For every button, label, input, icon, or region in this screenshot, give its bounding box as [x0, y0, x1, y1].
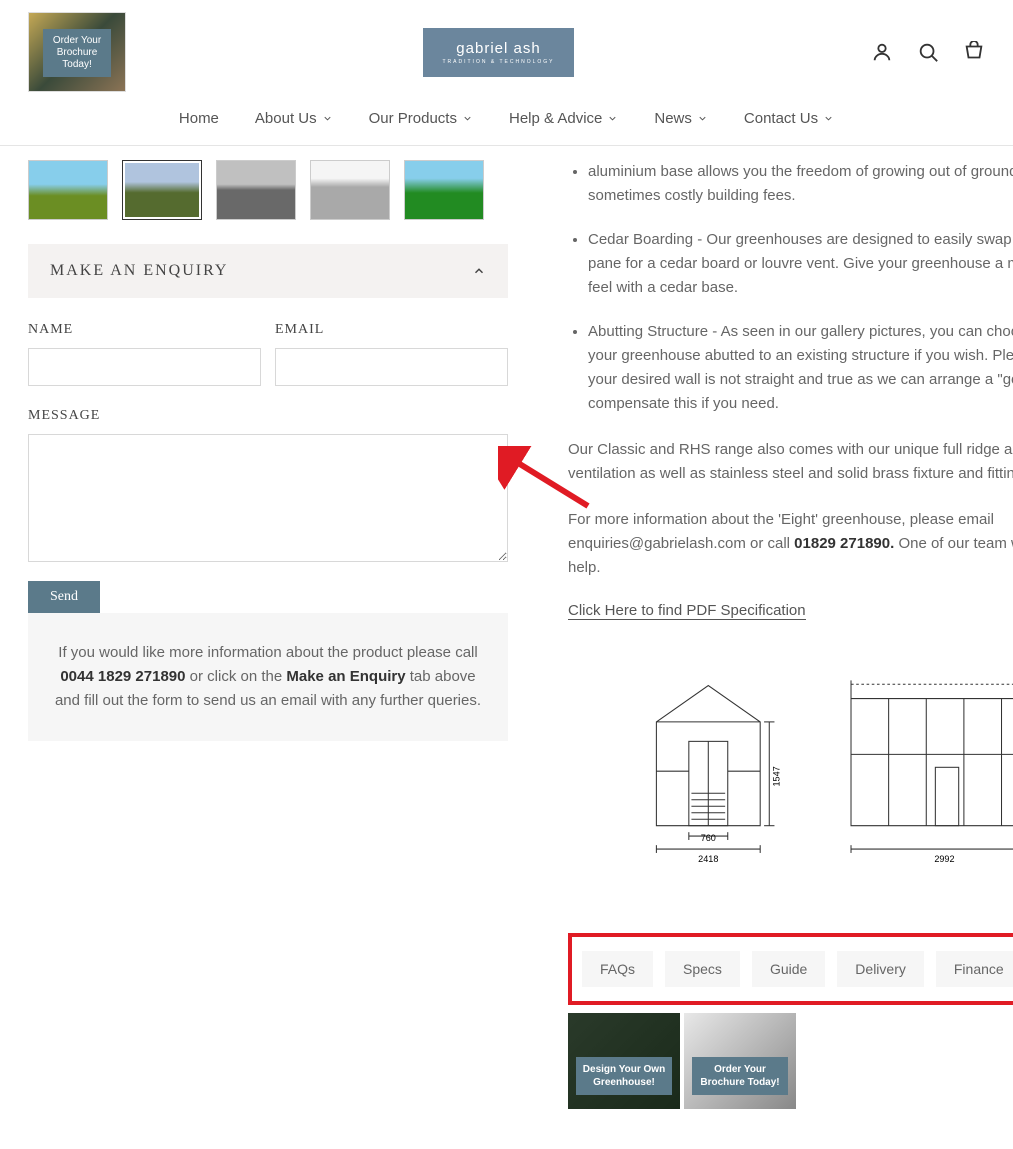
- pdf-spec-link[interactable]: Click Here to find PDF Specification: [568, 602, 806, 620]
- desc-phone: 01829 271890.: [794, 535, 894, 552]
- svg-text:2418: 2418: [698, 854, 718, 864]
- desc-para-2: For more information about the 'Eight' g…: [568, 508, 1013, 580]
- desc-bullet-1: aluminium base allows you the freedom of…: [588, 160, 1013, 208]
- chevron-down-icon: [607, 113, 618, 124]
- email-input[interactable]: [275, 348, 508, 386]
- left-column: MAKE AN ENQUIRY NAME EMAIL MESSAGE Send …: [28, 160, 508, 1109]
- gallery-thumb-3[interactable]: [216, 160, 296, 220]
- tab-faqs[interactable]: FAQs: [582, 951, 653, 987]
- cta-design-greenhouse[interactable]: Design Your Own Greenhouse!: [568, 1013, 680, 1109]
- tab-finance[interactable]: Finance: [936, 951, 1013, 987]
- brochure-cta-thumb[interactable]: Order Your Brochure Today!: [28, 12, 126, 92]
- thumbnail-row: [28, 160, 508, 220]
- nav-products[interactable]: Our Products: [369, 110, 473, 127]
- message-textarea[interactable]: [28, 434, 508, 562]
- name-input[interactable]: [28, 348, 261, 386]
- chevron-down-icon: [322, 113, 333, 124]
- gallery-thumb-1[interactable]: [28, 160, 108, 220]
- logo-subtext: TRADITION & TECHNOLOGY: [443, 59, 555, 65]
- send-button[interactable]: Send: [28, 581, 100, 613]
- email-label: EMAIL: [275, 322, 508, 338]
- cta-row: Design Your Own Greenhouse! Order Your B…: [568, 1013, 1013, 1109]
- enquiry-title: MAKE AN ENQUIRY: [50, 262, 228, 280]
- search-icon[interactable]: [917, 41, 939, 63]
- cta-design-label: Design Your Own Greenhouse!: [576, 1057, 672, 1095]
- header-icons: [871, 41, 985, 63]
- svg-text:1547: 1547: [772, 766, 782, 786]
- tab-guide[interactable]: Guide: [752, 951, 825, 987]
- nav-contact[interactable]: Contact Us: [744, 110, 834, 127]
- enquiry-form-row: NAME EMAIL: [28, 322, 508, 386]
- spec-diagram: 760 2418 1547 2992 2467: [568, 670, 1013, 883]
- desc-para-1: Our Classic and RHS range also comes wit…: [568, 438, 1013, 486]
- nav-home[interactable]: Home: [179, 110, 219, 127]
- cta-brochure-label: Order Your Brochure Today!: [692, 1057, 788, 1095]
- info-phone: 0044 1829 271890: [60, 668, 185, 685]
- right-column: aluminium base allows you the freedom of…: [568, 160, 1013, 1109]
- nav-news[interactable]: News: [654, 110, 708, 127]
- cta-order-brochure[interactable]: Order Your Brochure Today!: [684, 1013, 796, 1109]
- brochure-cta-label: Order Your Brochure Today!: [43, 29, 111, 77]
- main-nav: Home About Us Our Products Help & Advice…: [28, 92, 985, 145]
- chevron-down-icon: [697, 113, 708, 124]
- chevron-up-icon: [472, 264, 486, 278]
- nav-help[interactable]: Help & Advice: [509, 110, 618, 127]
- header: Order Your Brochure Today! gabriel ash T…: [0, 0, 1013, 146]
- enquiry-accordion-header[interactable]: MAKE AN ENQUIRY: [28, 244, 508, 298]
- logo[interactable]: gabriel ash TRADITION & TECHNOLOGY: [423, 28, 575, 77]
- chevron-down-icon: [823, 113, 834, 124]
- gallery-thumb-4[interactable]: [310, 160, 390, 220]
- tab-delivery[interactable]: Delivery: [837, 951, 924, 987]
- desc-bullet-3: Abutting Structure - As seen in our gall…: [588, 320, 1013, 416]
- account-icon[interactable]: [871, 41, 893, 63]
- enquiry-info-box: If you would like more information about…: [28, 613, 508, 741]
- cart-icon[interactable]: [963, 41, 985, 63]
- svg-text:760: 760: [701, 833, 716, 843]
- main-content: MAKE AN ENQUIRY NAME EMAIL MESSAGE Send …: [0, 146, 1013, 1149]
- message-label: MESSAGE: [28, 408, 508, 424]
- chevron-down-icon: [462, 113, 473, 124]
- gallery-thumb-2[interactable]: [122, 160, 202, 220]
- tab-specs[interactable]: Specs: [665, 951, 740, 987]
- nav-about[interactable]: About Us: [255, 110, 333, 127]
- description-list: aluminium base allows you the freedom of…: [568, 160, 1013, 416]
- logo-text: gabriel ash: [456, 40, 540, 57]
- name-label: NAME: [28, 322, 261, 338]
- gallery-thumb-5[interactable]: [404, 160, 484, 220]
- desc-bullet-2: Cedar Boarding - Our greenhouses are des…: [588, 228, 1013, 300]
- header-top: Order Your Brochure Today! gabriel ash T…: [28, 12, 985, 92]
- svg-text:2992: 2992: [934, 854, 954, 864]
- info-tabs-wrapper: FAQs Specs Guide Delivery Finance Share: [568, 933, 1013, 1005]
